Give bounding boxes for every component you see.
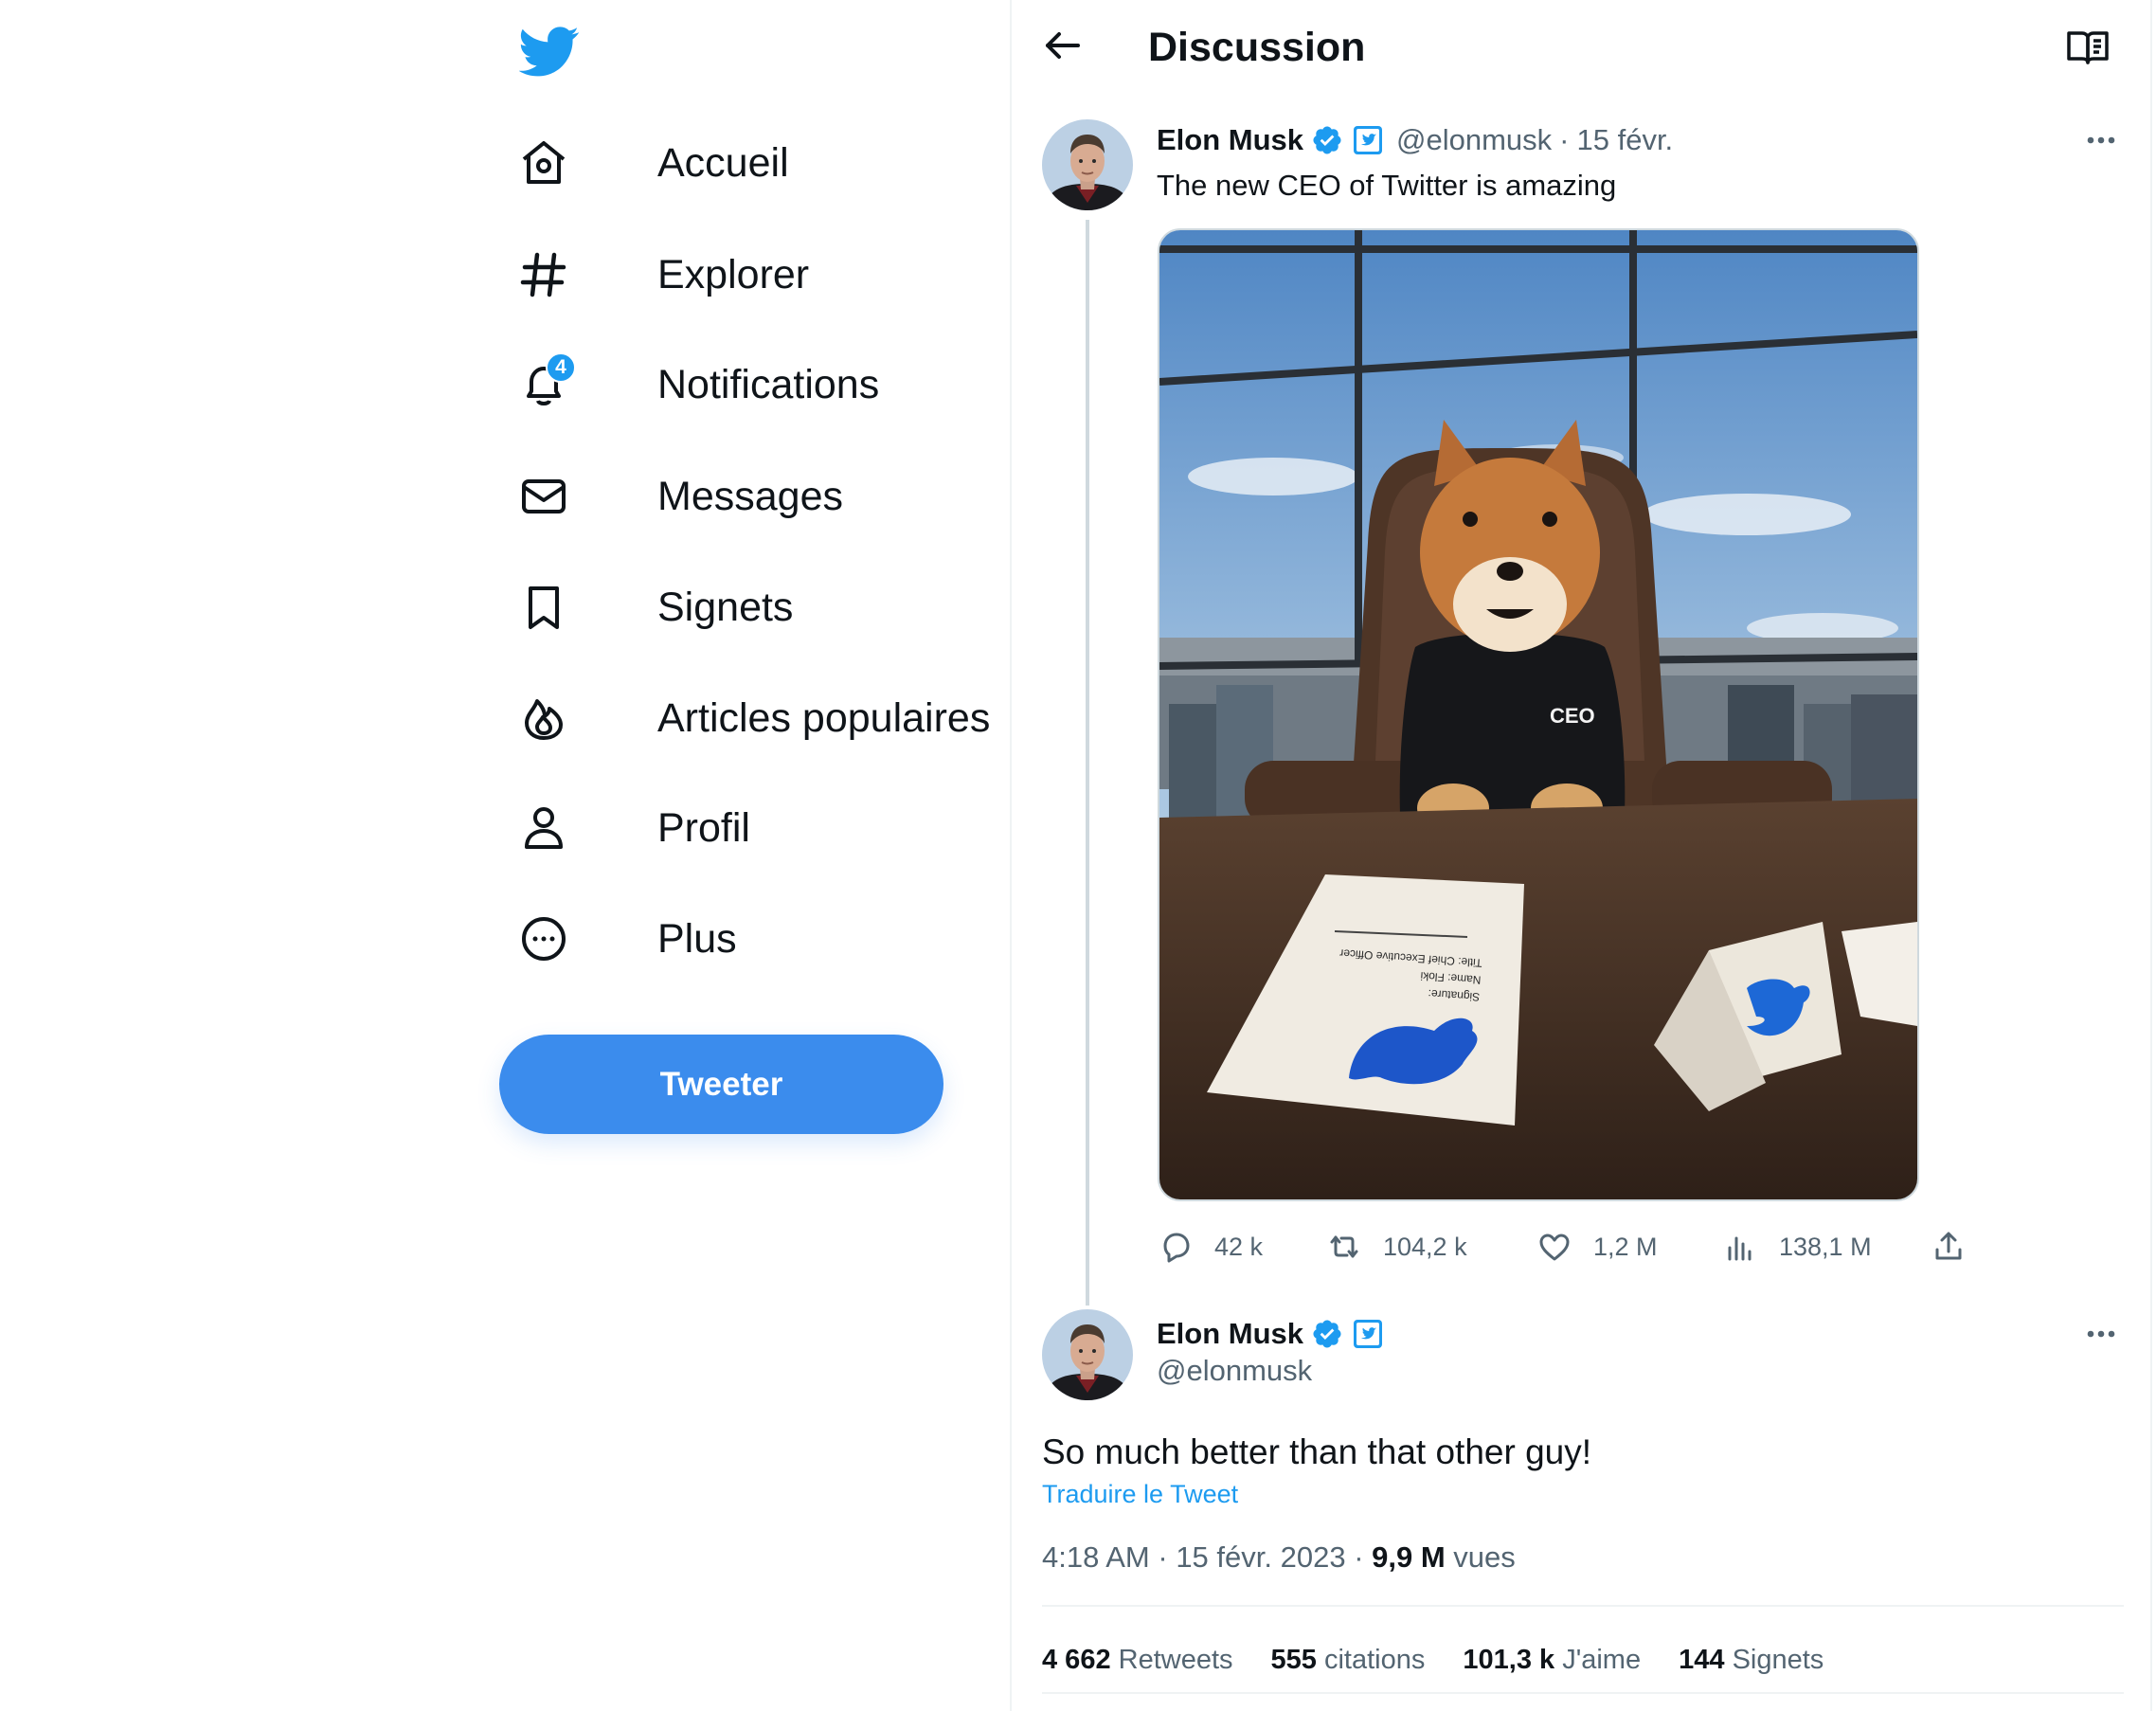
verified-badge-icon [1311, 124, 1343, 156]
tweet-full-date[interactable]: 15 févr. 2023 [1176, 1540, 1345, 1574]
divider [1042, 1692, 2124, 1694]
reply-button[interactable]: 42 k [1158, 1222, 1263, 1271]
nav-label: Profil [657, 804, 750, 851]
tweet-time[interactable]: 4:18 AM [1042, 1540, 1150, 1574]
back-arrow-icon[interactable] [1038, 21, 1087, 70]
nav-label: Notifications [657, 361, 880, 407]
bell-icon: 4 [519, 352, 576, 409]
tweet-button[interactable]: Tweeter [499, 1035, 943, 1134]
twitter-affiliate-badge-icon [1353, 125, 1383, 155]
nav-label: Explorer [657, 251, 810, 297]
tweet-metadata: 4:18 AM · 15 févr. 2023 · 9,9 M vues [1042, 1537, 1516, 1578]
thread-connector-line [1086, 220, 1089, 1306]
views-total: 9,9 M [1372, 1540, 1454, 1574]
reply-count: 42 k [1214, 1232, 1264, 1261]
reader-mode-icon[interactable] [2065, 25, 2111, 70]
stat-count: 4 662 [1042, 1645, 1119, 1675]
person-icon [519, 803, 568, 853]
envelope-icon [519, 472, 568, 521]
author-handle[interactable]: @elonmusk [1396, 123, 1552, 157]
more-options-icon[interactable] [2078, 1311, 2124, 1357]
divider [1042, 1605, 2124, 1607]
translate-tweet-link[interactable]: Traduire le Tweet [1042, 1475, 1238, 1513]
stat-label: citations [1323, 1645, 1426, 1675]
nav-label: Signets [657, 584, 794, 630]
separator-dot: · [1158, 1540, 1177, 1574]
author-name[interactable]: Elon Musk [1157, 123, 1303, 157]
views-count: 138,1 M [1779, 1232, 1872, 1261]
avatar[interactable] [1042, 1309, 1133, 1400]
sweater-text: CEO [1550, 704, 1595, 728]
stat-label: Retweets [1118, 1645, 1233, 1675]
stat-bookmarks[interactable]: 144 Signets [1679, 1639, 1824, 1681]
nav-item-messages[interactable]: Messages [519, 459, 843, 534]
nav-item-profil[interactable]: Profil [519, 790, 750, 866]
author-name[interactable]: Elon Musk [1157, 1317, 1303, 1351]
page-title: Discussion [1148, 25, 1366, 70]
stat-label: Signets [1732, 1645, 1824, 1675]
tweet-text: So much better than that other guy! [1042, 1432, 1592, 1471]
stat-retweets[interactable]: 4 662 Retweets [1042, 1639, 1233, 1681]
nav-item-explorer[interactable]: Explorer [519, 237, 809, 313]
nav-item-articles-populaires[interactable]: Articles populaires [519, 680, 990, 756]
nav-item-plus[interactable]: Plus [519, 901, 737, 977]
tweet-image-dog-ceo[interactable]: CEO Signature: Name: Floki Title: Chief … [1158, 228, 1919, 1201]
nav-label: Messages [657, 473, 843, 519]
stat-quotes[interactable]: 555 citations [1271, 1639, 1426, 1681]
stat-likes[interactable]: 101,3 k J'aime [1463, 1639, 1641, 1681]
nav-label: Articles populaires [657, 694, 991, 741]
verified-badge-icon [1311, 1318, 1343, 1350]
home-icon [519, 138, 568, 188]
stat-label: J'aime [1562, 1645, 1642, 1675]
reply-icon [1163, 1233, 1190, 1263]
tweet-text: The new CEO of Twitter is amazing [1157, 169, 1617, 202]
share-button[interactable] [1931, 1222, 1967, 1271]
like-count: 1,2 M [1593, 1232, 1658, 1261]
views-button[interactable]: 138,1 M [1722, 1222, 1872, 1271]
flame-icon [519, 693, 568, 743]
retweet-icon [1330, 1235, 1358, 1258]
twitter-affiliate-badge-icon [1353, 1319, 1383, 1349]
stat-count: 555 [1270, 1645, 1324, 1675]
tweet-date[interactable]: 15 févr. [1577, 123, 1674, 157]
tweet-header: Elon Musk @elonmusk · 15 févr. [1157, 117, 1673, 163]
column-divider [1010, 0, 1012, 1711]
twitter-logo-icon[interactable] [519, 21, 580, 81]
like-button[interactable]: 1,2 M [1536, 1222, 1658, 1271]
bookmark-icon [519, 583, 568, 632]
views-chart-icon [1728, 1236, 1752, 1261]
nav-label: Accueil [657, 139, 789, 186]
retweet-count: 104,2 k [1383, 1232, 1467, 1261]
stat-count: 101,3 k [1463, 1645, 1563, 1675]
avatar[interactable] [1042, 119, 1133, 210]
stat-count: 144 [1679, 1645, 1733, 1675]
column-divider-right [2150, 0, 2152, 1711]
more-options-icon[interactable] [2078, 117, 2124, 163]
author-handle[interactable]: @elonmusk [1157, 1350, 1312, 1392]
more-circle-icon [519, 914, 568, 964]
nav-item-signets[interactable]: Signets [519, 569, 793, 645]
heart-icon [1539, 1234, 1570, 1261]
nav-item-notifications[interactable]: 4 Notifications [519, 347, 879, 423]
hashtag-icon [519, 250, 568, 299]
tweet-stats-row: 4 662 Retweets 555 citations 101,3 k J'a… [1042, 1639, 1861, 1681]
nav-label: Plus [657, 915, 737, 962]
separator-dot: · [1354, 1540, 1373, 1574]
share-icon [1935, 1232, 1962, 1260]
notification-count-badge: 4 [546, 352, 576, 383]
views-label: vues [1453, 1540, 1516, 1574]
retweet-button[interactable]: 104,2 k [1326, 1222, 1467, 1271]
separator-dot: · [1559, 123, 1570, 156]
nav-item-accueil[interactable]: Accueil [519, 125, 789, 201]
